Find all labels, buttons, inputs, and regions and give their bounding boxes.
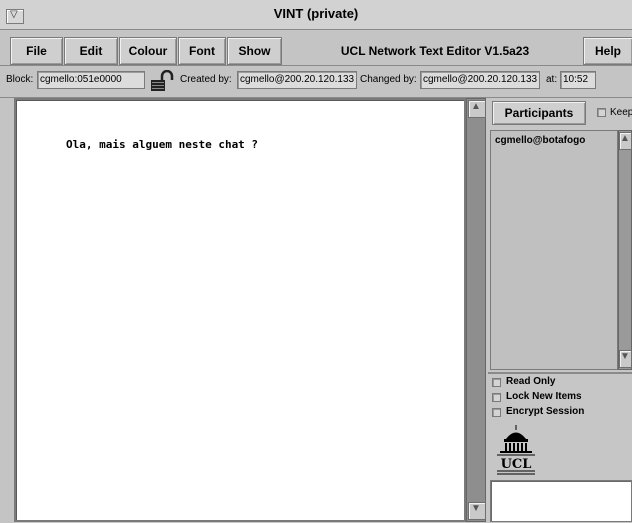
created-field[interactable]: cgmello@200.20.120.133 [237, 71, 357, 89]
menu-show[interactable]: Show [227, 37, 282, 65]
menu-file[interactable]: File [10, 37, 63, 65]
menu-help[interactable]: Help [583, 37, 632, 65]
window-title: VINT (private) [273, 6, 359, 21]
menu-edit[interactable]: Edit [64, 37, 118, 65]
keep-checkbox[interactable] [597, 108, 606, 117]
keep-label: Keep [610, 107, 632, 118]
read-only-checkbox[interactable] [492, 378, 501, 387]
encrypt-session-checkbox[interactable] [492, 408, 501, 417]
text-editor[interactable]: Ola, mais alguem neste chat ? [14, 98, 466, 522]
lock-new-items-label: Lock New Items [506, 391, 582, 402]
changed-field[interactable]: cgmello@200.20.120.133 [420, 71, 540, 89]
block-label: Block: [6, 74, 34, 85]
editor-text[interactable]: Ola, mais alguem neste chat ? [66, 138, 258, 151]
changed-label: Changed by: [360, 74, 417, 85]
ucl-logo-text: UCL [501, 457, 532, 472]
participants-scrollbar[interactable]: ▲ ▼ [618, 130, 632, 370]
participants-list[interactable]: cgmello@botafogo [490, 130, 618, 370]
participants-button[interactable]: Participants [492, 101, 586, 125]
padlock-open-icon[interactable] [150, 69, 176, 92]
scroll-down-arrow-icon[interactable]: ▼ [468, 502, 486, 520]
window-menu-icon[interactable]: ▽ [6, 9, 24, 24]
encrypt-session-label: Encrypt Session [506, 406, 585, 417]
time-field[interactable]: 10:52 [560, 71, 596, 89]
ucl-logo-icon: UCL [494, 424, 538, 476]
scroll-up-arrow-icon[interactable]: ▲ [468, 100, 486, 118]
menu-colour[interactable]: Colour [119, 37, 177, 65]
title-bar: VINT (private) [0, 0, 632, 30]
block-field[interactable]: cgmello:051e0000 [37, 71, 145, 89]
read-only-label: Read Only [506, 376, 556, 387]
scroll-up-arrow-icon[interactable]: ▲ [619, 132, 632, 150]
message-input[interactable] [490, 480, 632, 522]
scroll-down-arrow-icon[interactable]: ▼ [619, 350, 632, 368]
editor-scrollbar[interactable]: ▲ ▼ [466, 98, 486, 522]
app-title: UCL Network Text Editor V1.5a23 [340, 44, 530, 58]
lock-new-items-checkbox[interactable] [492, 393, 501, 402]
left-margin [0, 98, 14, 523]
divider [488, 372, 632, 374]
menu-font[interactable]: Font [178, 37, 226, 65]
at-label: at: [546, 74, 558, 85]
list-item[interactable]: cgmello@botafogo [495, 135, 585, 146]
created-label: Created by: [180, 74, 232, 85]
